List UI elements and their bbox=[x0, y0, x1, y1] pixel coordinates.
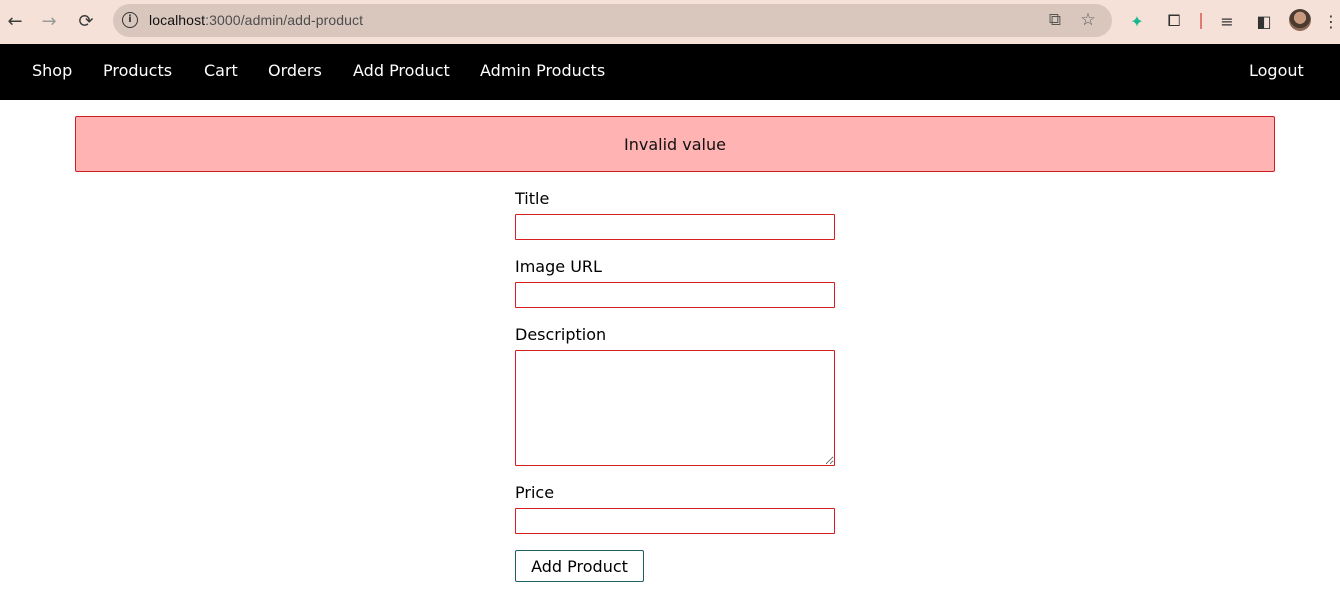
media-control-icon[interactable]: ≡ bbox=[1214, 8, 1240, 34]
error-alert: Invalid value bbox=[75, 116, 1275, 172]
price-input[interactable] bbox=[515, 508, 835, 534]
error-message: Invalid value bbox=[624, 134, 726, 154]
site-info-icon[interactable]: i bbox=[122, 12, 138, 28]
nav-item-orders[interactable]: Orders bbox=[268, 61, 322, 81]
nav-item-cart[interactable]: Cart bbox=[204, 61, 238, 81]
browser-toolbar: ← → ⟳ i localhost:3000/admin/add-product… bbox=[0, 0, 1340, 44]
title-input[interactable] bbox=[515, 214, 835, 240]
bookmark-star-icon[interactable]: ☆ bbox=[1077, 9, 1099, 31]
address-bar[interactable]: i localhost:3000/admin/add-product ⧉ ☆ bbox=[113, 4, 1112, 37]
title-label: Title bbox=[515, 189, 550, 208]
url-host: localhost bbox=[149, 12, 206, 28]
main-header: Shop Products Cart Orders Add Product Ad… bbox=[0, 44, 1340, 100]
url-path: :3000/admin/add-product bbox=[205, 12, 364, 28]
nav-item-products[interactable]: Products bbox=[103, 61, 172, 81]
profile-avatar[interactable] bbox=[1289, 9, 1311, 31]
forward-icon[interactable]: → bbox=[36, 8, 62, 34]
browser-menu-icon[interactable]: ⋮ bbox=[1322, 8, 1340, 34]
extension-icon[interactable]: ✦ bbox=[1124, 8, 1150, 34]
back-icon[interactable]: ← bbox=[2, 8, 28, 34]
reload-icon[interactable]: ⟳ bbox=[73, 8, 99, 34]
price-label: Price bbox=[515, 483, 555, 502]
open-in-app-icon[interactable]: ⧉ bbox=[1044, 9, 1066, 31]
add-product-button[interactable]: Add Product bbox=[515, 550, 644, 582]
image-url-input[interactable] bbox=[515, 282, 835, 308]
logout-button[interactable]: Logout bbox=[1249, 61, 1304, 81]
nav-item-shop[interactable]: Shop bbox=[32, 61, 72, 81]
extensions-puzzle-icon[interactable]: ⧠ bbox=[1161, 8, 1187, 34]
nav-item-admin-products[interactable]: Admin Products bbox=[480, 61, 605, 81]
description-label: Description bbox=[515, 325, 607, 344]
nav-item-add-product[interactable]: Add Product bbox=[353, 61, 450, 81]
image-url-label: Image URL bbox=[515, 257, 602, 276]
address-url[interactable]: localhost:3000/admin/add-product bbox=[149, 12, 363, 28]
toolbar-divider bbox=[1200, 13, 1202, 29]
side-panel-icon[interactable]: ◧ bbox=[1251, 8, 1277, 34]
description-textarea[interactable] bbox=[515, 350, 835, 466]
